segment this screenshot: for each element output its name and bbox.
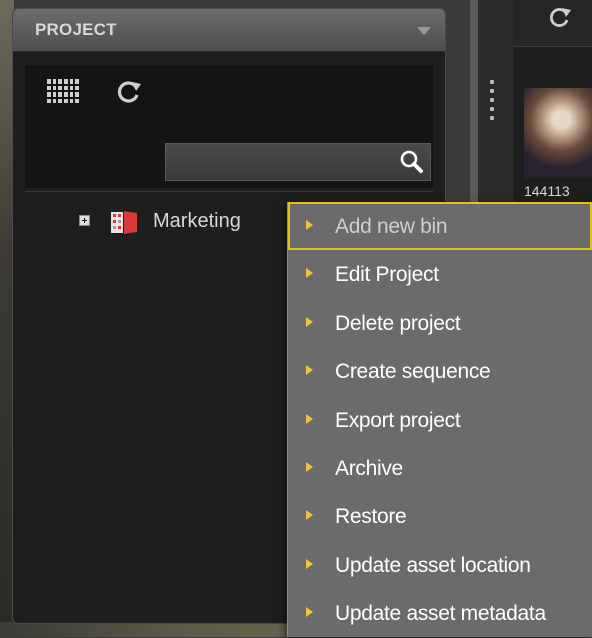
menu-item-edit-project[interactable]: Edit Project xyxy=(288,250,592,298)
arrow-right-icon xyxy=(306,316,313,327)
project-toolbar xyxy=(25,65,433,188)
arrow-right-icon xyxy=(306,510,313,521)
expand-plus-icon[interactable] xyxy=(79,215,90,226)
context-menu: Add new bin Edit Project Delete project … xyxy=(287,202,592,637)
arrow-right-icon xyxy=(306,220,313,230)
arrow-right-icon xyxy=(306,461,313,472)
arrow-right-icon xyxy=(306,268,313,279)
asset-thumbnail[interactable] xyxy=(524,88,592,178)
menu-item-update-asset-location[interactable]: Update asset location xyxy=(288,541,592,589)
menu-item-archive[interactable]: Archive xyxy=(288,444,592,492)
menu-item-label: Create sequence xyxy=(335,360,491,384)
grid-view-icon[interactable] xyxy=(47,79,79,103)
arrow-right-icon xyxy=(306,413,313,424)
asset-thumbnail-label: 144113 xyxy=(524,183,570,199)
menu-item-label: Export project xyxy=(335,408,461,432)
menu-item-delete-project[interactable]: Delete project xyxy=(288,299,592,347)
tree-item-marketing[interactable]: Marketing xyxy=(79,207,289,237)
arrow-right-icon xyxy=(306,607,313,618)
refresh-icon[interactable] xyxy=(548,6,572,28)
project-panel-header[interactable]: PROJECT xyxy=(13,9,445,52)
menu-item-label: Archive xyxy=(335,456,403,480)
menu-item-update-asset-metadata[interactable]: Update asset metadata xyxy=(288,589,592,637)
search-icon[interactable] xyxy=(398,149,424,175)
drag-handle-icon[interactable] xyxy=(490,80,494,120)
menu-item-create-sequence[interactable]: Create sequence xyxy=(288,347,592,395)
arrow-right-icon xyxy=(306,365,313,376)
project-icon xyxy=(111,211,137,234)
menu-item-label: Edit Project xyxy=(335,263,439,287)
media-panel-header xyxy=(514,0,592,47)
panel-title: PROJECT xyxy=(35,20,117,39)
menu-item-label: Update asset location xyxy=(335,553,531,577)
collapse-arrow-icon[interactable] xyxy=(417,27,431,35)
search-input[interactable] xyxy=(166,144,402,180)
menu-item-label: Restore xyxy=(335,505,407,529)
menu-item-label: Update asset metadata xyxy=(335,602,546,626)
search-box[interactable] xyxy=(165,143,431,181)
menu-item-label: Delete project xyxy=(335,311,461,335)
divider xyxy=(25,191,433,192)
menu-item-label: Add new bin xyxy=(335,215,448,238)
menu-item-restore[interactable]: Restore xyxy=(288,492,592,540)
tree-item-label: Marketing xyxy=(153,210,241,232)
arrow-right-icon xyxy=(306,558,313,569)
menu-item-add-new-bin[interactable]: Add new bin xyxy=(288,202,592,251)
menu-item-export-project[interactable]: Export project xyxy=(288,396,592,444)
refresh-icon[interactable] xyxy=(115,79,143,105)
